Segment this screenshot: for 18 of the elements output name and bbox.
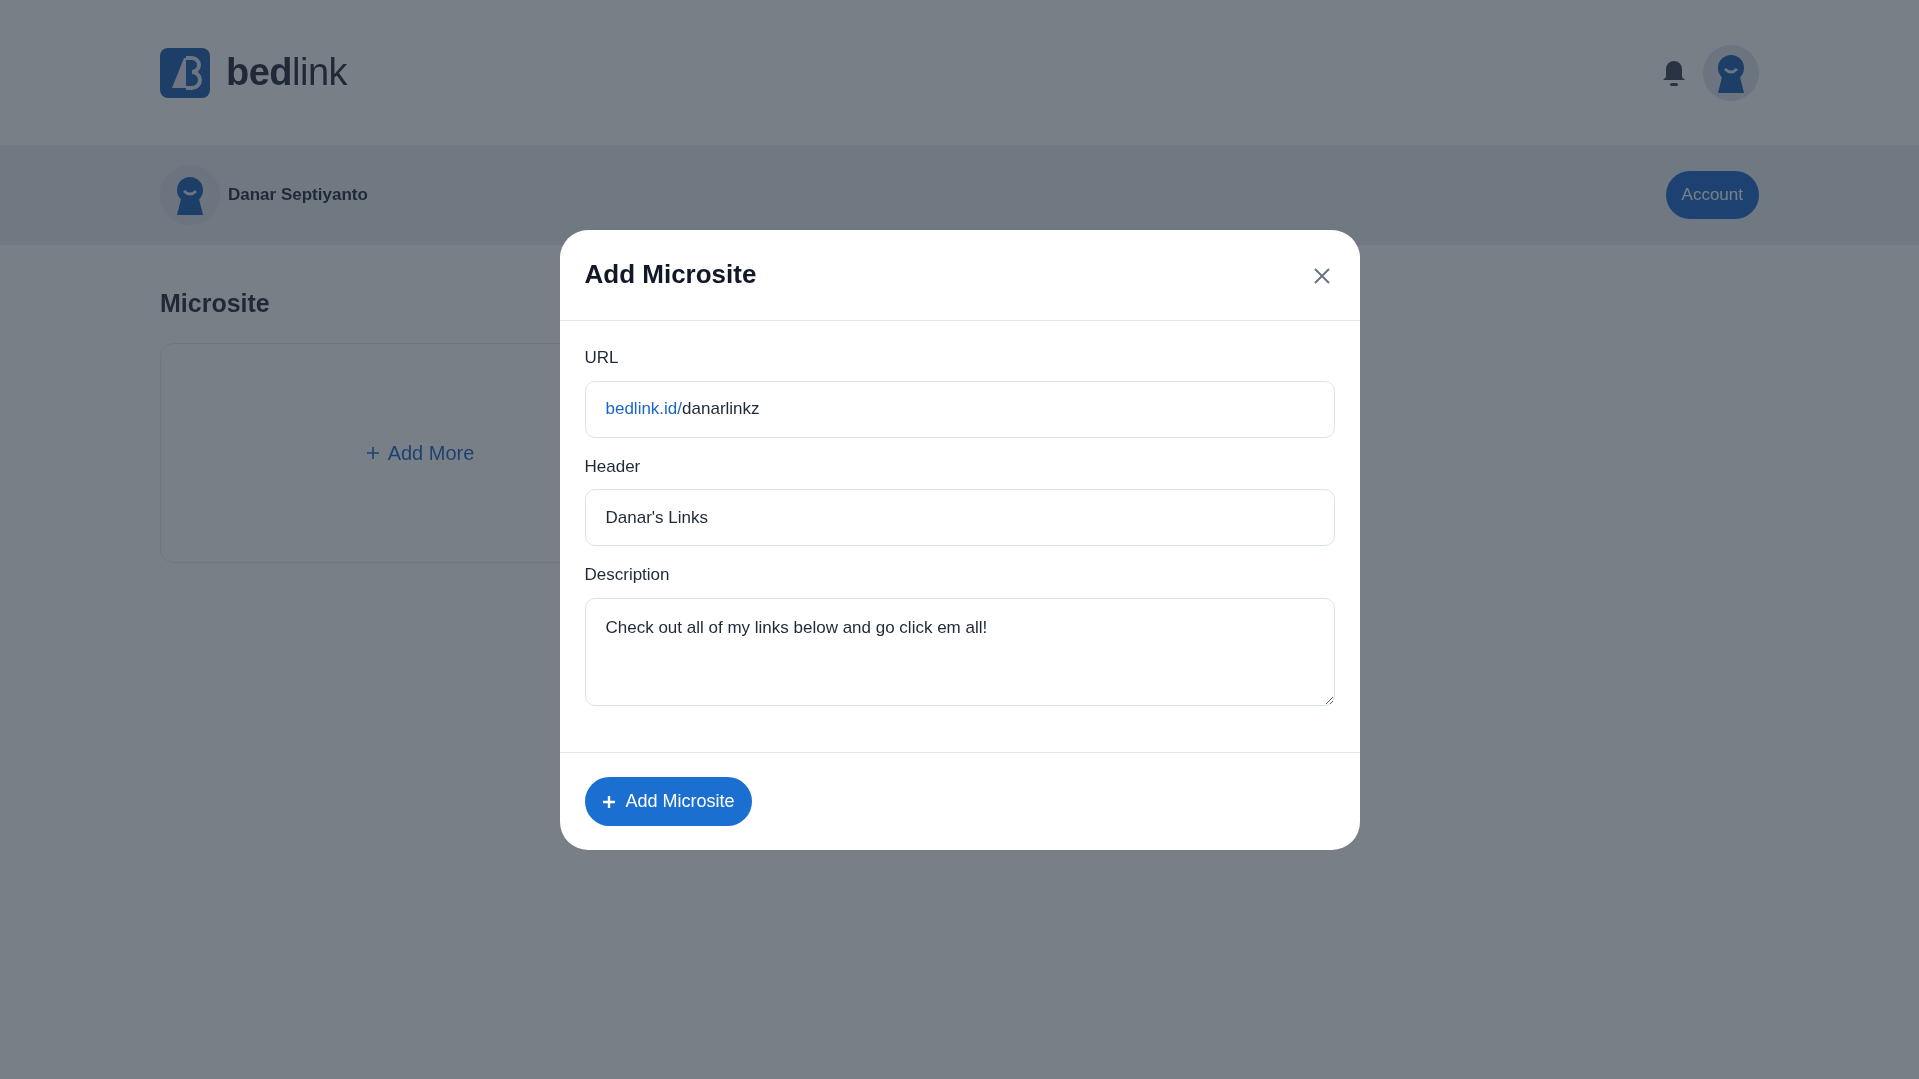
header-field[interactable]: Danar's Links <box>584 489 1335 546</box>
url-field[interactable]: bedlink.id/danarlinkz <box>584 380 1335 438</box>
brand-name: bedlink <box>226 50 348 95</box>
notification-bell-icon[interactable] <box>1661 58 1687 87</box>
add-microsite-button[interactable]: Add Microsite <box>584 777 752 826</box>
logo-icon <box>160 47 210 98</box>
field-label: URL <box>584 347 620 369</box>
plus-icon <box>601 794 616 809</box>
url-input[interactable]: danarlinkz <box>682 396 1314 422</box>
plus-icon <box>365 445 380 460</box>
description-field[interactable]: Check out all of my links below and go click em all! <box>584 597 1335 706</box>
close-icon <box>1312 266 1331 285</box>
user-name: Danar Septiyanto <box>228 184 368 207</box>
section-title: Microsite <box>160 288 271 319</box>
field-label: Description <box>584 564 671 586</box>
modal-title: Add Microsite <box>584 259 757 291</box>
url-prefix: bedlink.id/ <box>605 398 683 421</box>
field-label: Header <box>584 455 642 478</box>
